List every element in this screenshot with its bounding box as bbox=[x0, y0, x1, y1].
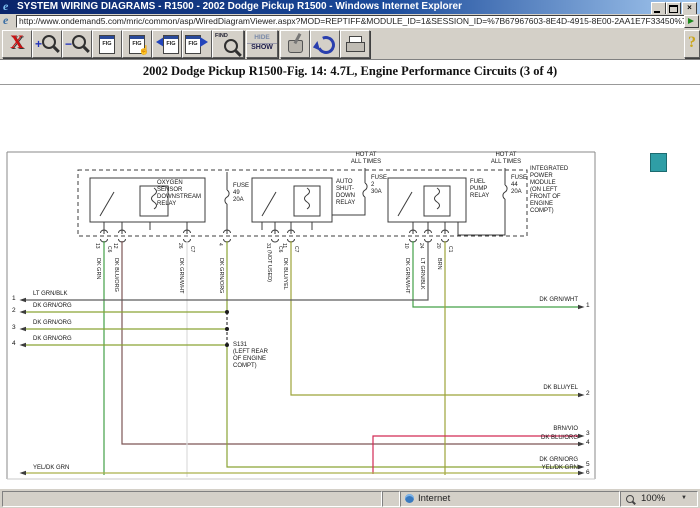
right-exit-label: DK BLU/ORG bbox=[518, 435, 578, 442]
left-exit-label: YEL/DK GRN bbox=[33, 465, 69, 472]
right-exit-number: 3 bbox=[586, 430, 590, 437]
left-exit-label: DK GRN/ORG bbox=[33, 303, 72, 310]
right-exit-label: YEL/DK GRN bbox=[518, 465, 578, 472]
pin-number: 13 bbox=[94, 243, 100, 249]
left-exit-number: 3 bbox=[12, 324, 16, 331]
wire-color-label: DK GRN/WHT bbox=[404, 258, 410, 293]
left-exit-label: DK GRN/ORG bbox=[33, 320, 72, 327]
not-used-label: (NOT USED) bbox=[266, 250, 272, 282]
wire-color-label: DK GRN/WHT bbox=[178, 258, 184, 293]
status-zoom-cell[interactable]: 100% ▼ bbox=[620, 491, 698, 507]
right-exit-label: DK GRN/ORG bbox=[518, 457, 578, 464]
pin-number: 12 bbox=[112, 243, 118, 249]
splice-label: S131 (LEFT REAR OF ENGINE COMPT) bbox=[233, 342, 268, 370]
pin-number: 24 bbox=[418, 243, 424, 249]
zoom-dropdown-arrow-icon[interactable]: ▼ bbox=[681, 495, 687, 501]
fuse44-label: FUSE 44 20A bbox=[511, 175, 527, 196]
pin-number: 31 bbox=[265, 243, 271, 249]
wire-color-label: DK BLU/YEL bbox=[282, 258, 288, 290]
right-exit-number: 1 bbox=[586, 302, 590, 309]
wire-color-label: BRN bbox=[436, 258, 442, 270]
internet-globe-icon bbox=[405, 494, 414, 503]
right-exit-number: 5 bbox=[586, 461, 590, 468]
right-exit-label: DK GRN/WHT bbox=[518, 297, 578, 304]
pin-number: 11 bbox=[281, 243, 287, 248]
pin-number: 10 bbox=[403, 243, 409, 249]
pin-number: 4 bbox=[217, 243, 223, 246]
wire-color-label: DK GRN bbox=[95, 258, 101, 279]
left-exit-number: 1 bbox=[12, 295, 16, 302]
right-exit-label: DK BLU/YEL bbox=[518, 385, 578, 392]
ipm-label: INTEGRATED POWER MODULE (ON LEFT FRONT O… bbox=[530, 166, 568, 215]
zoom-magnifier-icon bbox=[626, 495, 634, 503]
status-bar: Internet 100% ▼ bbox=[0, 488, 700, 508]
relay3-label: FUEL PUMP RELAY bbox=[470, 179, 489, 200]
connector-id: C1 bbox=[447, 246, 453, 252]
left-exit-label: LT GRN/BLK bbox=[33, 291, 67, 298]
status-message-cell bbox=[2, 491, 382, 507]
status-zone-cell: Internet bbox=[400, 491, 620, 507]
fuse49-label: FUSE 49 20A bbox=[233, 183, 249, 204]
relay2-label: AUTO SHUT- DOWN RELAY bbox=[336, 179, 355, 207]
relay1-label: OXYGEN SENSOR DOWNSTREAM RELAY bbox=[157, 180, 201, 208]
pin-number: 20 bbox=[435, 243, 441, 249]
wire-color-label: DK GRN/ORG bbox=[218, 258, 224, 293]
left-exit-number: 4 bbox=[12, 340, 16, 347]
connector-id: C7 bbox=[189, 246, 195, 252]
wire-color-label: LT GRN/BLK bbox=[419, 258, 425, 290]
hot-at-label-1: HOT AT ALL TIMES bbox=[344, 152, 388, 166]
pin-number: 26 bbox=[177, 243, 183, 249]
ie-window: { "window": { "title": "SYSTEM WIRING DI… bbox=[0, 0, 700, 507]
right-exit-label: BRN/VIO bbox=[518, 426, 578, 433]
fuse2-label: FUSE 2 30A bbox=[371, 175, 387, 196]
zoom-level-value: 100% bbox=[641, 493, 665, 505]
right-exit-number: 6 bbox=[586, 469, 590, 476]
right-exit-number: 4 bbox=[586, 439, 590, 446]
left-exit-number: 2 bbox=[12, 307, 16, 314]
right-exit-number: 2 bbox=[586, 390, 590, 397]
status-small-cell bbox=[382, 491, 400, 507]
hot-at-label-2: HOT AT ALL TIMES bbox=[484, 152, 528, 166]
security-zone-label: Internet bbox=[418, 493, 450, 505]
connector-id: C7 bbox=[293, 246, 299, 252]
left-exit-label: DK GRN/ORG bbox=[33, 336, 72, 343]
diagram-labels: HOT AT ALL TIMES HOT AT ALL TIMES OXYGEN… bbox=[0, 0, 700, 507]
wire-color-label: DK BLU/ORG bbox=[113, 258, 119, 292]
